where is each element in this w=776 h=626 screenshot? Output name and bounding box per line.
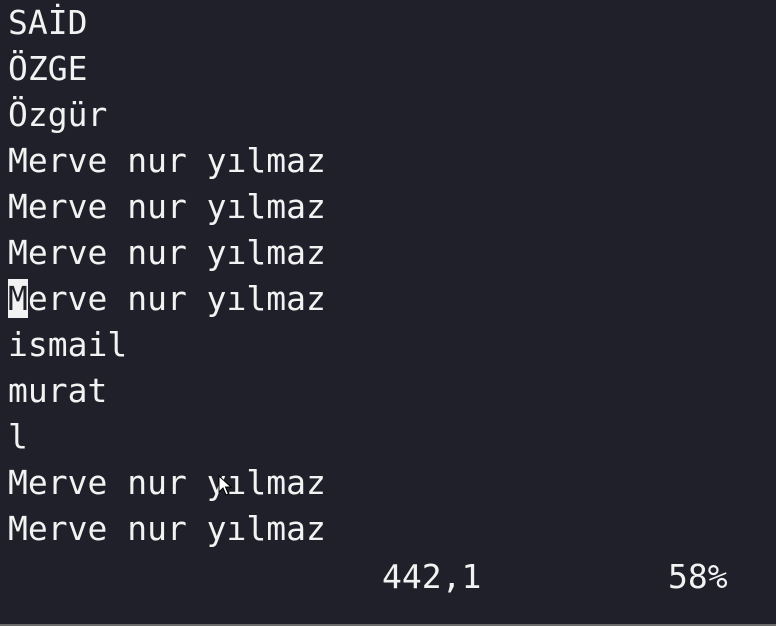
buffer-line: Merve nur yılmaz — [8, 233, 326, 272]
buffer-line: l — [8, 417, 28, 456]
buffer-line: Özgür — [8, 95, 108, 134]
buffer-line: ismail — [8, 325, 128, 364]
cursor-position-indicator: 442,1 — [382, 557, 482, 596]
buffer-line: Merve nur yılmaz — [8, 509, 326, 548]
buffer-line: murat — [8, 371, 108, 410]
buffer-line: Merve nur yılmaz — [8, 187, 326, 226]
cursor-line-rest: erve nur yılmaz — [27, 279, 326, 318]
buffer-line: Merve nur yılmaz — [8, 463, 326, 502]
text-cursor: M — [8, 279, 28, 318]
terminal-window[interactable]: SAİD ÖZGE Özgür Merve nur yılmaz Merve n… — [0, 0, 776, 626]
text-buffer[interactable]: SAİD ÖZGE Özgür Merve nur yılmaz Merve n… — [8, 0, 326, 552]
buffer-line: SAİD — [8, 3, 88, 42]
buffer-line-cursor: Merve nur yılmaz — [8, 276, 326, 322]
buffer-line: ÖZGE — [8, 49, 88, 88]
scroll-percent-indicator: 58% — [668, 557, 728, 596]
arrow-cursor-icon — [218, 475, 232, 496]
buffer-line: Merve nur yılmaz — [8, 141, 326, 180]
